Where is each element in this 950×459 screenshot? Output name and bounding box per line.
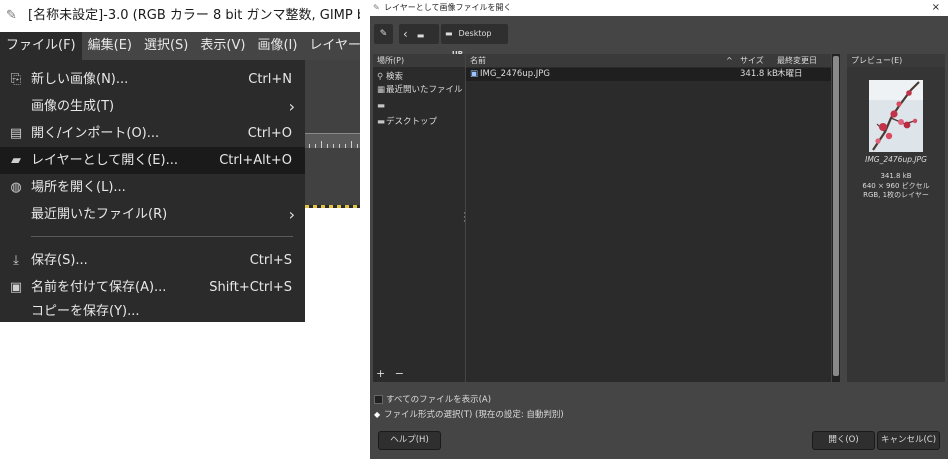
remove-bookmark-button[interactable]: − [395,367,404,380]
place-desktop[interactable]: ▬デスクトップ [377,115,437,127]
menu-item-save-copy[interactable]: コピーを保存(Y)... [0,301,305,322]
menu-edit[interactable]: 編集(E) [82,32,138,60]
menu-separator [31,236,293,237]
menu-item-recent-files[interactable]: 最近開いたファイル(R) › [0,201,305,228]
menu-item-open-location[interactable]: ◍ 場所を開く(L)... [0,174,305,201]
canvas-selection-edge [305,205,360,208]
open-as-layers-dialog: ✎ レイヤーとして画像ファイルを開く × ✎ ‹ ▬ ▬ Desktop UP … [370,0,948,459]
places-controls: + − [376,367,404,380]
save-as-icon: ▣ [9,280,23,295]
menu-item-save[interactable]: ⤓ 保存(S)... Ctrl+S [0,247,305,274]
place-recent[interactable]: ▦最近開いたファイル [377,83,463,95]
preview-info: RGB, 1枚のレイヤー [863,191,929,199]
menu-item-save-as[interactable]: ▣ 名前を付けて保存(A)... Shift+Ctrl+S [0,274,305,301]
menu-view[interactable]: 表示(V) [194,32,251,60]
menu-item-open-as-layers[interactable]: ▰ レイヤーとして開く(E)... Ctrl+Alt+O [0,147,305,174]
file-list-scrollbar[interactable] [832,54,840,382]
gimp-wilber-icon: ✎ [373,3,380,12]
checkbox-box[interactable] [374,395,383,404]
column-name[interactable]: 名前 [470,54,486,67]
file-menu-dropdown: ⎘ 新しい画像(N)... Ctrl+N 画像の生成(T) › ▤ 開く/インポ… [0,60,305,322]
add-bookmark-button[interactable]: + [376,367,385,380]
scrollbar-thumb[interactable] [833,56,839,376]
folder-icon: ▬ [377,117,386,127]
dialog-title: レイヤーとして画像ファイルを開く [384,3,512,12]
menu-item-create-image[interactable]: 画像の生成(T) › [0,93,305,120]
new-image-icon: ⎘ [10,72,22,87]
path-back-button[interactable]: ‹ ▬ [399,24,439,44]
column-size[interactable]: サイズ [740,54,764,67]
gimp-window-title: ✎ [名称未設定]-3.0 (RGB カラー 8 bit ガンマ整数, GIMP … [0,0,360,32]
column-modified[interactable]: 最終変更日 [777,54,817,67]
file-name: IMG_2476up.JPG [480,69,551,79]
gimp-wilber-icon: ✎ [6,8,17,23]
gimp-title-text: [名称未設定]-3.0 (RGB カラー 8 bit ガンマ整数, GIMP b… [28,8,360,23]
help-button[interactable]: ヘルプ(H) [378,431,441,450]
close-icon[interactable]: × [932,0,940,16]
image-file-icon: ▣ [470,69,479,79]
dialog-titlebar: ✎ レイヤーとして画像ファイルを開く × [370,0,948,16]
cancel-button[interactable]: キャンセル(C) [877,431,940,450]
save-icon: ⤓ [13,253,19,268]
places-pane: 場所(P) ⚲ 検索 ▦最近開いたファイル ▬ ▬デスクトップ [373,54,465,382]
type-location-button[interactable]: ✎ [374,24,393,44]
show-all-files-checkbox[interactable]: すべてのファイルを表示(A) [374,393,491,405]
open-import-icon: ▤ [9,126,23,141]
folder-icon: ▬ [416,31,425,40]
file-list-pane: 名前 ^ サイズ 最終変更日 ▣ IMG_2476up.JPG 341.8 kB… [466,54,831,382]
folder-icon: ▬ [445,29,453,38]
place-search[interactable]: ⚲ 検索 [377,70,403,82]
open-as-layers-icon: ▰ [11,153,21,168]
search-icon: ⚲ [377,72,384,82]
horizontal-ruler [305,133,360,148]
chevron-left-icon: ‹ [403,27,408,41]
places-header: 場所(P) [373,54,465,67]
menu-image[interactable]: 画像(I) [251,32,303,60]
sort-ascending-icon[interactable]: ^ [726,54,733,67]
place-home[interactable]: ▬ [377,101,386,111]
recent-files-icon: ▦ [377,85,386,95]
preview-thumbnail [869,80,923,152]
preview-header: プレビュー(E) [847,54,945,67]
menu-item-new-image[interactable]: ⎘ 新しい画像(N)... Ctrl+N [0,66,305,93]
folder-icon: ▬ [377,101,386,111]
preview-pane: プレビュー(E) IMG_2476up.JPG 341.8 kB 640 × 9… [847,54,945,382]
plum-blossom-image [869,80,923,152]
path-desktop-button[interactable]: ▬ Desktop UP [441,24,508,58]
menu-select[interactable]: 選択(S) [138,32,194,60]
path-desktop-label: Desktop [458,29,492,38]
file-modified: 木曜日 [777,69,803,79]
expander-diamond-icon: ◆ [374,410,381,419]
menu-item-open-import[interactable]: ▤ 開く/インポート(O)... Ctrl+O [0,120,305,147]
table-row[interactable]: ▣ IMG_2476up.JPG 341.8 kB 木曜日 [466,68,831,81]
preview-size: 341.8 kB [880,172,912,180]
edit-path-icon: ✎ [379,29,388,39]
menu-file[interactable]: ファイル(F) [0,32,82,60]
open-location-icon: ◍ [10,180,22,195]
preview-filename: IMG_2476up.JPG [865,155,927,164]
open-button[interactable]: 開く(O) [812,431,875,450]
file-type-expander[interactable]: ◆ ファイル形式の選択(T) (現在の設定: 自動判別) [374,408,564,420]
gimp-menubar: ファイル(F)編集(E)選択(S)表示(V)画像(I)レイヤー(L) [0,32,360,60]
file-size: 341.8 kB [740,69,778,79]
chevron-right-icon: › [288,205,295,224]
menu-layer[interactable]: レイヤー(L) [303,32,360,60]
chevron-right-icon: › [288,97,295,116]
